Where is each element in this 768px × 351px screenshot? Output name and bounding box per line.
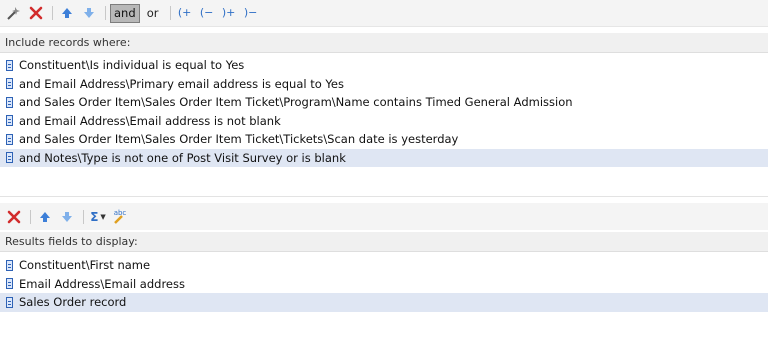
- document-icon: [6, 96, 13, 108]
- output-row[interactable]: Constituent\First name: [0, 256, 768, 275]
- toolbar-separator: [52, 6, 53, 20]
- move-up-icon[interactable]: [35, 208, 55, 226]
- document-icon: [6, 259, 13, 271]
- move-down-icon[interactable]: [79, 4, 99, 22]
- criteria-row[interactable]: and Email Address\Primary email address …: [0, 75, 768, 94]
- toolbar-separator: [30, 209, 31, 224]
- criteria-row[interactable]: and Sales Order Item\Sales Order Item Ti…: [0, 130, 768, 149]
- open-paren-minus-button[interactable]: (−: [197, 4, 217, 22]
- sigma-icon: Σ: [90, 209, 99, 224]
- criteria-row-selected[interactable]: and Notes\Type is not one of Post Visit …: [0, 148, 768, 167]
- panel-divider[interactable]: [0, 196, 768, 197]
- and-button[interactable]: and: [110, 3, 140, 23]
- criteria-row-text: and Sales Order Item\Sales Order Item Ti…: [19, 132, 459, 147]
- delete-output-icon[interactable]: [4, 208, 24, 226]
- criteria-row-text: and Sales Order Item\Sales Order Item Ti…: [19, 95, 573, 110]
- output-row-selected[interactable]: Sales Order record: [0, 293, 768, 312]
- criteria-row[interactable]: and Sales Order Item\Sales Order Item Ti…: [0, 93, 768, 112]
- criteria-row-text: and Email Address\Email address is not b…: [19, 113, 281, 128]
- output-list: Constituent\First name Email Address\Ema…: [0, 256, 768, 312]
- chevron-down-icon: ▼: [100, 212, 106, 221]
- criteria-list: Constituent\Is individual is equal to Ye…: [0, 56, 768, 167]
- open-paren-and-button[interactable]: (+: [175, 4, 195, 22]
- document-icon: [6, 78, 13, 90]
- criteria-row-text: Constituent\Is individual is equal to Ye…: [19, 58, 245, 73]
- toolbar-separator: [105, 6, 106, 20]
- or-button[interactable]: or: [142, 4, 164, 22]
- output-row[interactable]: Email Address\Email address: [0, 275, 768, 294]
- document-icon: [6, 59, 13, 71]
- criteria-header: Include records where:: [0, 33, 768, 53]
- output-toolbar: Σ ▼ abc: [0, 203, 768, 230]
- output-row-text: Constituent\First name: [19, 258, 151, 273]
- toolbar-separator: [83, 209, 84, 224]
- criteria-toolbar: and or (+ (− )+ )−: [0, 0, 768, 27]
- toolbar-separator: [169, 6, 171, 20]
- move-up-icon[interactable]: [57, 4, 77, 22]
- spellcheck-button[interactable]: abc: [110, 208, 130, 226]
- filter-wand-icon[interactable]: [4, 4, 24, 22]
- criteria-row[interactable]: Constituent\Is individual is equal to Ye…: [0, 56, 768, 75]
- delete-criteria-icon[interactable]: [26, 4, 46, 22]
- output-row-text: Sales Order record: [19, 295, 127, 310]
- criteria-row-text: and Email Address\Primary email address …: [19, 76, 344, 91]
- document-icon: [6, 152, 13, 164]
- document-icon: [6, 278, 13, 290]
- output-header: Results fields to display:: [0, 232, 768, 252]
- document-icon: [6, 296, 13, 308]
- criteria-row[interactable]: and Email Address\Email address is not b…: [0, 112, 768, 131]
- document-icon: [6, 133, 13, 145]
- close-paren-and-button[interactable]: )+: [219, 4, 239, 22]
- close-paren-minus-button[interactable]: )−: [241, 4, 261, 22]
- output-row-text: Email Address\Email address: [19, 276, 185, 291]
- document-icon: [6, 115, 13, 127]
- criteria-row-text: and Notes\Type is not one of Post Visit …: [19, 150, 346, 165]
- summary-dropdown-button[interactable]: Σ ▼: [88, 208, 108, 226]
- move-down-icon[interactable]: [57, 208, 77, 226]
